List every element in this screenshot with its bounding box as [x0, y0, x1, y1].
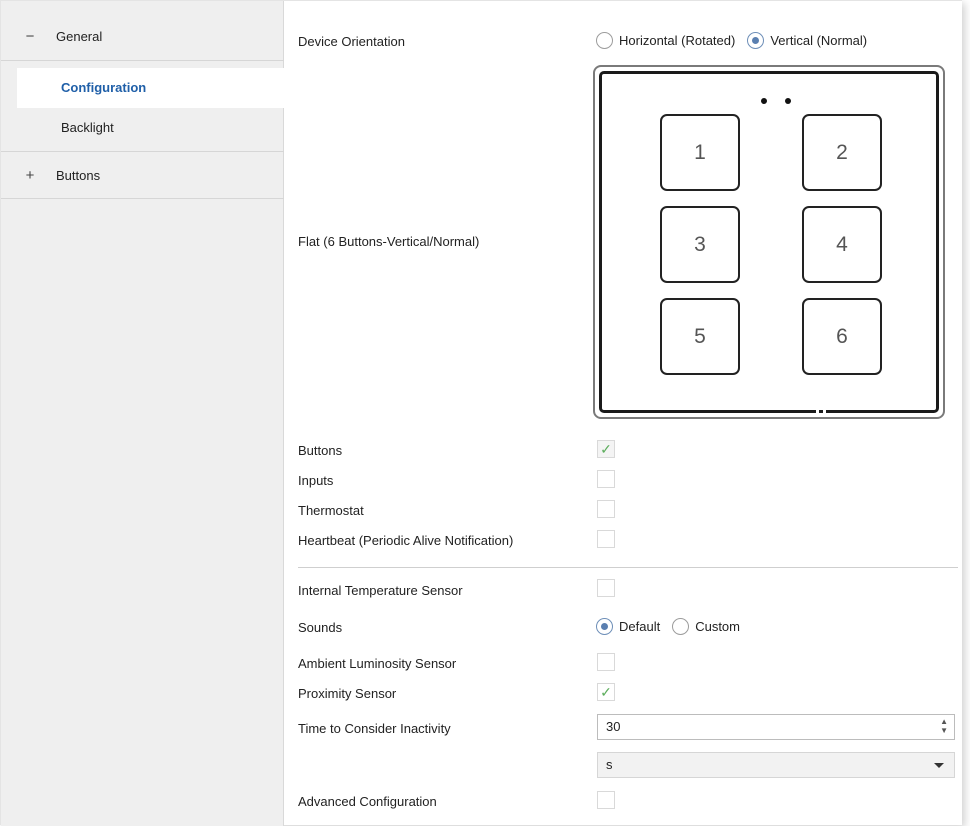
orientation-radio-group: Horizontal (Rotated) Vertical (Normal) — [596, 32, 879, 49]
thermostat-label: Thermostat — [298, 503, 364, 518]
sidebar-item-label: Backlight — [61, 120, 114, 135]
inactivity-spinbox[interactable]: 30 ▲ ▼ — [597, 714, 955, 740]
section-divider — [298, 567, 958, 568]
device-button-4: 4 — [802, 206, 882, 283]
thermostat-checkbox[interactable] — [597, 500, 615, 518]
proximity-sensor-checkbox[interactable]: ✓ — [597, 683, 615, 701]
sidebar-item-backlight[interactable]: Backlight — [1, 108, 284, 148]
device-face: 1 2 3 4 5 6 — [599, 71, 939, 414]
internal-temperature-checkbox[interactable] — [597, 579, 615, 597]
inactivity-label: Time to Consider Inactivity — [298, 721, 451, 736]
device-preview: 1 2 3 4 5 6 — [593, 65, 945, 419]
sidebar-item-label: Configuration — [61, 80, 147, 95]
buttons-checkbox[interactable]: ✓ — [597, 440, 615, 458]
proximity-sensor-label: Proximity Sensor — [298, 686, 397, 701]
sidebar-group-label: Buttons — [56, 168, 101, 183]
radio-horizontal[interactable] — [596, 32, 613, 49]
sensor-dot — [785, 98, 791, 104]
device-orientation-label: Device Orientation — [298, 34, 405, 49]
device-button-5: 5 — [660, 298, 740, 375]
sidebar: − General Configuration Backlight + Butt… — [1, 1, 284, 826]
sounds-radio-group: Default Custom — [596, 618, 752, 635]
radio-default-label[interactable]: Default — [619, 619, 660, 634]
radio-default[interactable] — [596, 618, 613, 635]
inactivity-value[interactable]: 30 — [606, 715, 620, 739]
device-model-label: Flat (6 Buttons-Vertical/Normal) — [298, 234, 480, 249]
spin-arrows-icon[interactable]: ▲ ▼ — [940, 717, 948, 735]
heartbeat-checkbox[interactable] — [597, 530, 615, 548]
ambient-luminosity-label: Ambient Luminosity Sensor — [298, 656, 457, 671]
internal-temperature-label: Internal Temperature Sensor — [298, 583, 463, 598]
inputs-checkbox[interactable] — [597, 470, 615, 488]
sensor-dot — [761, 98, 767, 104]
inactivity-unit-select[interactable]: s — [597, 752, 955, 778]
sounds-label: Sounds — [298, 620, 343, 635]
buttons-label: Buttons — [298, 443, 343, 458]
radio-custom-label[interactable]: Custom — [695, 619, 740, 634]
device-button-3: 3 — [660, 206, 740, 283]
device-button-6: 6 — [802, 298, 882, 375]
collapse-icon[interactable]: − — [23, 13, 37, 61]
window-frame: − General Configuration Backlight + Butt… — [0, 0, 963, 826]
sidebar-group-general[interactable]: − General — [1, 13, 284, 61]
device-button-1: 1 — [660, 114, 740, 191]
heartbeat-label: Heartbeat (Periodic Alive Notification) — [298, 533, 514, 548]
sidebar-group-label: General — [56, 29, 103, 44]
radio-vertical-label[interactable]: Vertical (Normal) — [770, 33, 867, 48]
device-button-2: 2 — [802, 114, 882, 191]
chevron-down-icon[interactable] — [934, 763, 944, 768]
radio-custom[interactable] — [672, 618, 690, 635]
inactivity-unit-value: s — [606, 757, 613, 772]
advanced-configuration-label: Advanced Configuration — [298, 794, 437, 809]
expand-icon[interactable]: + — [23, 152, 37, 200]
inputs-label: Inputs — [298, 473, 334, 488]
sidebar-group-buttons[interactable]: + Buttons — [1, 151, 284, 199]
device-notch — [816, 406, 819, 414]
radio-horizontal-label[interactable]: Horizontal (Rotated) — [619, 33, 735, 48]
sidebar-item-configuration[interactable]: Configuration — [17, 68, 284, 108]
radio-vertical[interactable] — [747, 32, 765, 49]
device-notch — [823, 406, 826, 414]
advanced-configuration-checkbox[interactable] — [597, 791, 615, 809]
main-panel: Device Orientation Horizontal (Rotated) … — [285, 1, 963, 826]
ambient-luminosity-checkbox[interactable] — [597, 653, 615, 671]
